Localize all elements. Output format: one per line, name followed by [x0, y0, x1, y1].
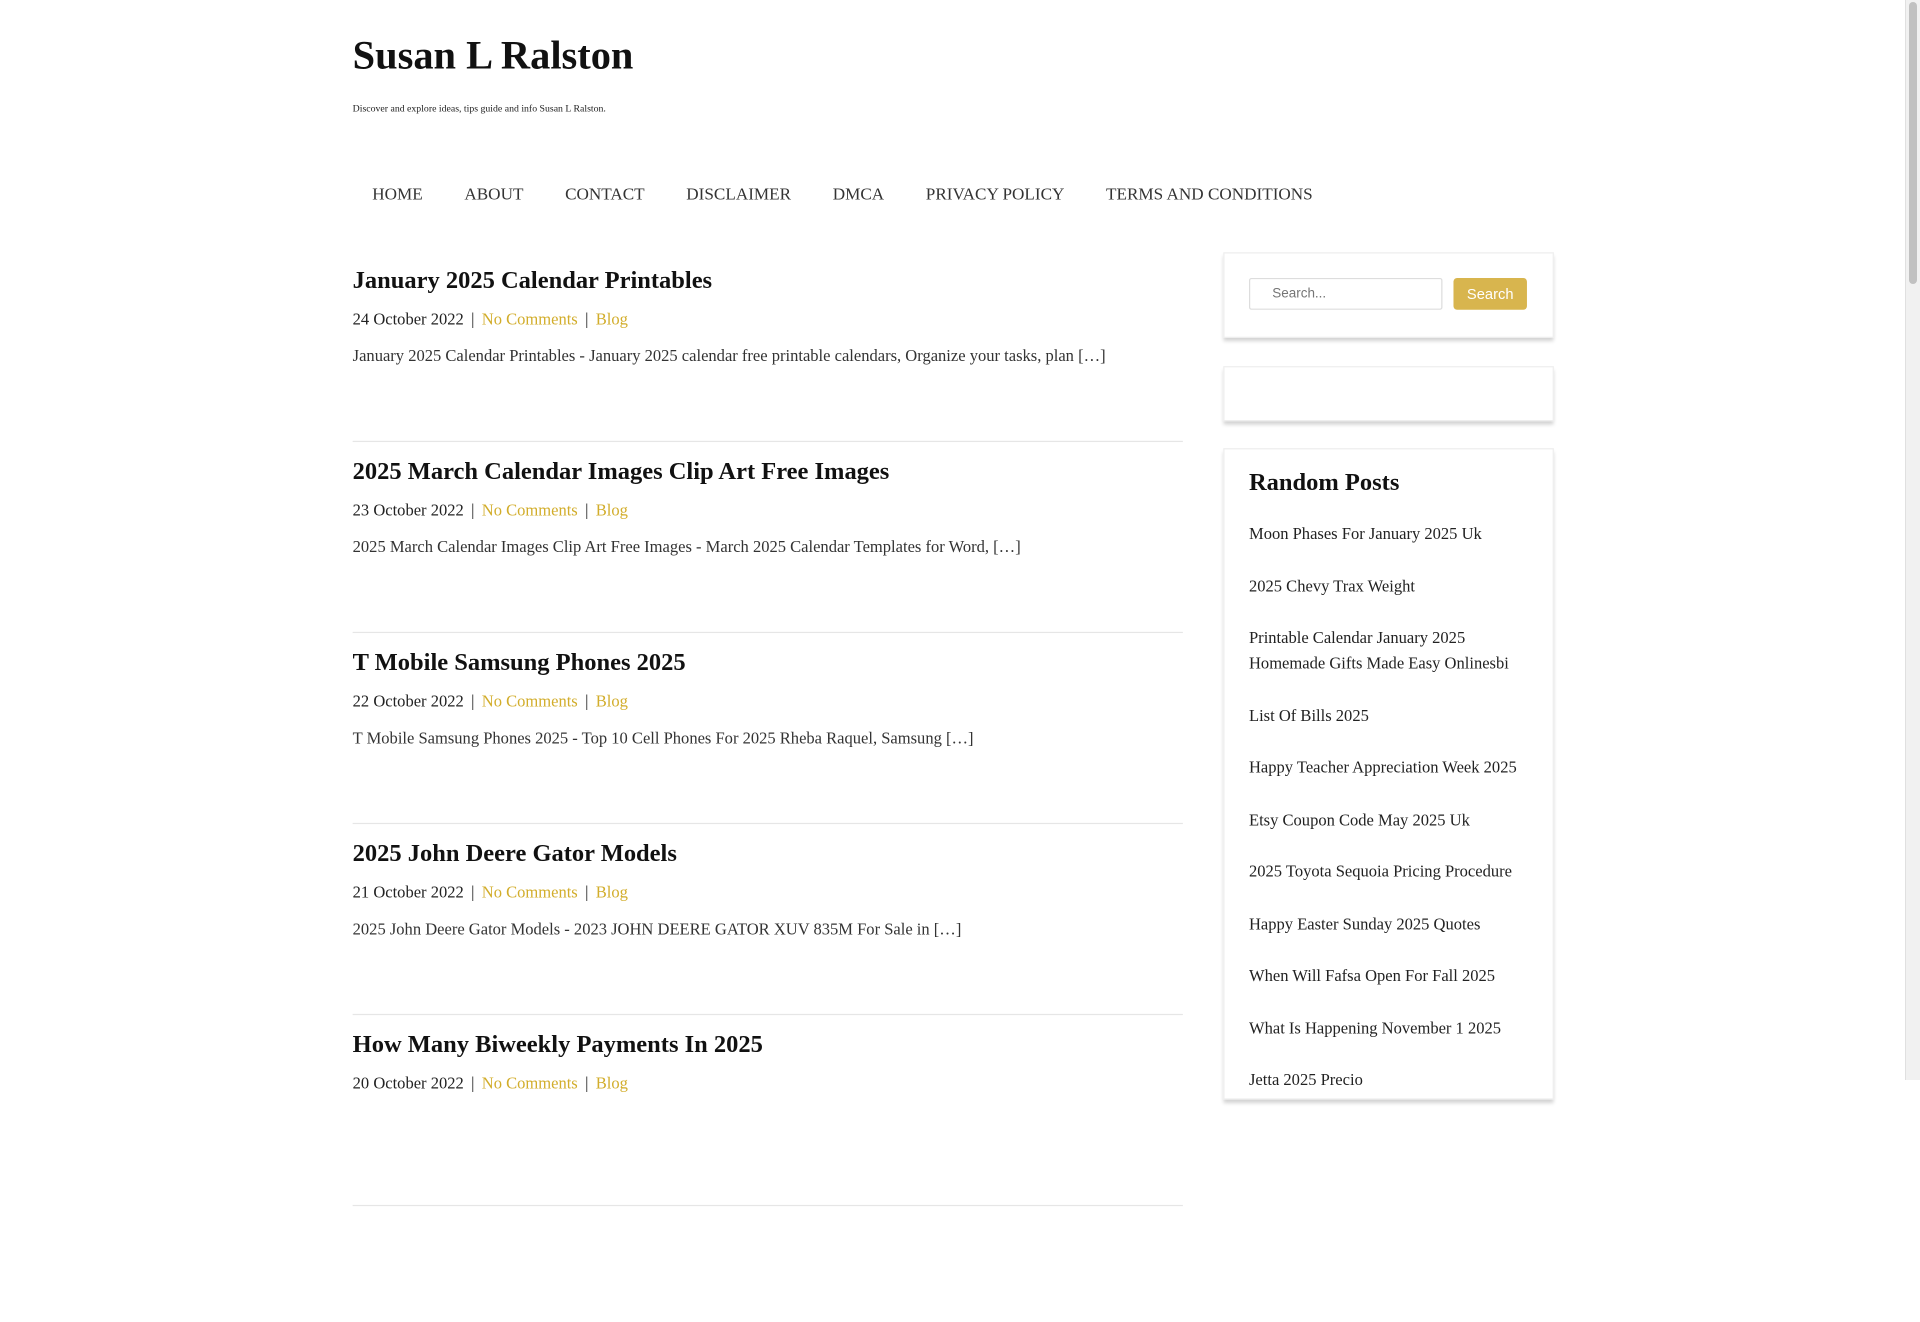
post-date: 24 October 2022 [352, 309, 464, 329]
search-widget: Search [1223, 252, 1554, 338]
post-item: January 2025 Calendar Printables 24 Octo… [352, 252, 1183, 443]
post-meta: 21 October 2022 | No Comments | Blog [353, 882, 628, 904]
post-list: January 2025 Calendar Printables 24 Octo… [352, 252, 1183, 1207]
random-post-link[interactable]: Happy Easter Sunday 2025 Quotes [1249, 910, 1528, 936]
random-posts-list: Moon Phases For January 2025 Uk 2025 Che… [1249, 520, 1528, 1118]
random-post-link[interactable]: When Will Fafsa Open For Fall 2025 [1249, 962, 1528, 988]
post-title[interactable]: 2025 March Calendar Images Clip Art Free… [353, 456, 890, 488]
site-description: Discover and explore ideas, tips guide a… [352, 102, 606, 114]
random-post-link[interactable]: Happy Teacher Appreciation Week 2025 [1249, 754, 1528, 780]
page-wrapper: Susan L Ralston Discover and explore ide… [0, 0, 1905, 1207]
main-nav: HOME ABOUT CONTACT DISCLAIMER DMCA PRIVA… [353, 184, 1333, 208]
category-link[interactable]: Blog [596, 310, 628, 328]
category-link[interactable]: Blog [596, 1074, 628, 1092]
nav-item-disclaimer[interactable]: DISCLAIMER [667, 184, 811, 208]
random-post-link[interactable]: Printable Calendar January 2025 Homemade… [1249, 624, 1528, 675]
meta-separator: | [585, 691, 589, 711]
post-excerpt: T Mobile Samsung Phones 2025 - Top 10 Ce… [352, 728, 974, 747]
nav-item-about[interactable]: ABOUT [445, 184, 543, 208]
scrollbar-thumb[interactable] [1909, 2, 1917, 284]
post-meta: 20 October 2022 | No Comments | Blog [353, 1073, 628, 1095]
random-posts-title: Random Posts [1248, 468, 1400, 496]
comments-link[interactable]: No Comments [482, 1074, 578, 1092]
page: Susan L Ralston Discover and explore ide… [0, 0, 1920, 1322]
nav-item-contact[interactable]: CONTACT [545, 184, 664, 208]
comments-link[interactable]: No Comments [482, 310, 578, 328]
post-item: How Many Biweekly Payments In 2025 20 Oc… [352, 1016, 1183, 1207]
empty-widget [1223, 366, 1554, 422]
comments-link[interactable]: No Comments [482, 501, 578, 519]
category-link[interactable]: Blog [596, 692, 628, 710]
nav-item-terms[interactable]: TERMS AND CONDITIONS [1086, 184, 1332, 208]
category-link[interactable]: Blog [596, 501, 628, 519]
search-input[interactable] [1248, 277, 1443, 310]
random-posts-widget: Random Posts Moon Phases For January 202… [1223, 448, 1554, 1100]
post-item: T Mobile Samsung Phones 2025 22 October … [352, 634, 1183, 825]
post-item: 2025 March Calendar Images Clip Art Free… [352, 443, 1183, 634]
search-button[interactable]: Search [1453, 277, 1527, 310]
post-item: 2025 John Deere Gator Models 21 October … [352, 825, 1183, 1016]
post-meta: 23 October 2022 | No Comments | Blog [353, 500, 628, 522]
random-post-link[interactable]: Jetta 2025 Precio [1249, 1067, 1528, 1093]
nav-item-home[interactable]: HOME [353, 184, 443, 208]
page-scrollbar[interactable] [1905, 0, 1920, 1080]
post-title[interactable]: January 2025 Calendar Printables [353, 264, 712, 296]
post-meta: 24 October 2022 | No Comments | Blog [353, 309, 628, 331]
post-date: 21 October 2022 [352, 882, 464, 902]
random-post-link[interactable]: Moon Phases For January 2025 Uk [1249, 520, 1528, 546]
post-date: 20 October 2022 [352, 1073, 464, 1093]
post-title[interactable]: How Many Biweekly Payments In 2025 [353, 1029, 763, 1061]
post-date: 23 October 2022 [352, 500, 464, 520]
random-post-link[interactable]: List Of Bills 2025 [1249, 702, 1528, 728]
meta-separator: | [471, 1073, 475, 1093]
random-post-link[interactable]: What Is Happening November 1 2025 [1249, 1014, 1528, 1040]
random-post-link[interactable]: 2025 Toyota Sequoia Pricing Procedure [1249, 858, 1528, 884]
meta-separator: | [471, 691, 475, 711]
random-post-link[interactable]: 2025 Chevy Trax Weight [1249, 572, 1528, 598]
random-post-link[interactable]: Etsy Coupon Code May 2025 Uk [1249, 806, 1528, 832]
nav-item-dmca[interactable]: DMCA [813, 184, 904, 208]
meta-separator: | [471, 309, 475, 329]
post-title[interactable]: 2025 John Deere Gator Models [353, 838, 677, 870]
post-title[interactable]: T Mobile Samsung Phones 2025 [353, 647, 686, 679]
comments-link[interactable]: No Comments [482, 692, 578, 710]
meta-separator: | [585, 309, 589, 329]
post-excerpt: 2025 March Calendar Images Clip Art Free… [352, 537, 1021, 556]
comments-link[interactable]: No Comments [482, 883, 578, 901]
post-date: 22 October 2022 [352, 691, 464, 711]
category-link[interactable]: Blog [596, 883, 628, 901]
nav-item-privacy-policy[interactable]: PRIVACY POLICY [906, 184, 1084, 208]
site-title[interactable]: Susan L Ralston [353, 32, 634, 81]
meta-separator: | [585, 882, 589, 902]
meta-separator: | [471, 882, 475, 902]
meta-separator: | [585, 1073, 589, 1093]
post-excerpt: January 2025 Calendar Printables - Janua… [352, 346, 1106, 365]
post-meta: 22 October 2022 | No Comments | Blog [353, 691, 628, 713]
post-excerpt: 2025 John Deere Gator Models - 2023 JOHN… [352, 919, 962, 938]
meta-separator: | [585, 500, 589, 520]
meta-separator: | [471, 500, 475, 520]
